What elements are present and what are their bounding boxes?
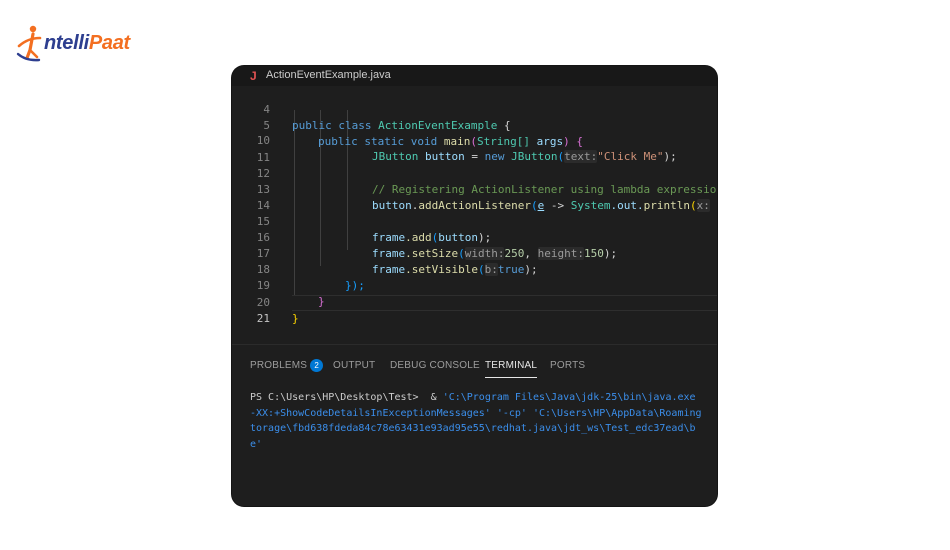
terminal-output[interactable]: PS C:\Users\HP\Desktop\Test> & 'C:\Progr… — [250, 390, 717, 452]
code-line: 16 frame.setSize(width:250, height:150); — [232, 214, 717, 260]
tab-debug-console[interactable]: DEBUG CONSOLE — [390, 359, 480, 377]
tab-output[interactable]: OUTPUT — [333, 359, 375, 377]
brand-name: ntelliPaat — [44, 32, 130, 54]
intellipaat-mark-icon — [16, 25, 42, 62]
line-number: 21 — [256, 312, 270, 325]
problems-count-badge: 2 — [310, 359, 324, 372]
editor-tab-bar: J ActionEventExample.java — [232, 66, 717, 86]
code-editor[interactable]: 4 public class ActionEventExample { 5 pu… — [232, 86, 717, 354]
code-line: 4 public class ActionEventExample { — [232, 86, 717, 132]
code-line: 10 JButton button = new JButton(text:"Cl… — [232, 117, 717, 163]
editor-window: J ActionEventExample.java 4 public class… — [232, 66, 717, 506]
java-file-icon: J — [250, 69, 257, 83]
code-line: 20 } — [232, 279, 717, 325]
code-line: 21 — [232, 295, 717, 325]
code-line: 5 public static void main(String[] args)… — [232, 102, 717, 148]
code-line: 11 — [232, 134, 717, 164]
code-line: 17 frame.setVisible(b:true); — [232, 230, 717, 276]
code-line: 15 frame.add(button); — [232, 198, 717, 244]
code-line: 19 } — [232, 262, 717, 308]
bottom-panel: PROBLEMS 2 OUTPUT DEBUG CONSOLE TERMINAL … — [232, 344, 717, 506]
code-line: 13 button.addActionListener(e -> System.… — [232, 166, 717, 212]
code-line: 18 }); — [232, 246, 717, 292]
code-line: 12 // Registering ActionListener using l… — [232, 150, 717, 196]
tab-ports[interactable]: PORTS — [550, 359, 585, 377]
editor-tab-title[interactable]: ActionEventExample.java — [266, 69, 391, 81]
intellipaat-logo: ntelliPaat — [16, 24, 136, 64]
code-line: 14 — [232, 182, 717, 212]
tab-terminal[interactable]: TERMINAL — [485, 359, 538, 378]
tab-problems[interactable]: PROBLEMS 2 — [250, 359, 324, 377]
